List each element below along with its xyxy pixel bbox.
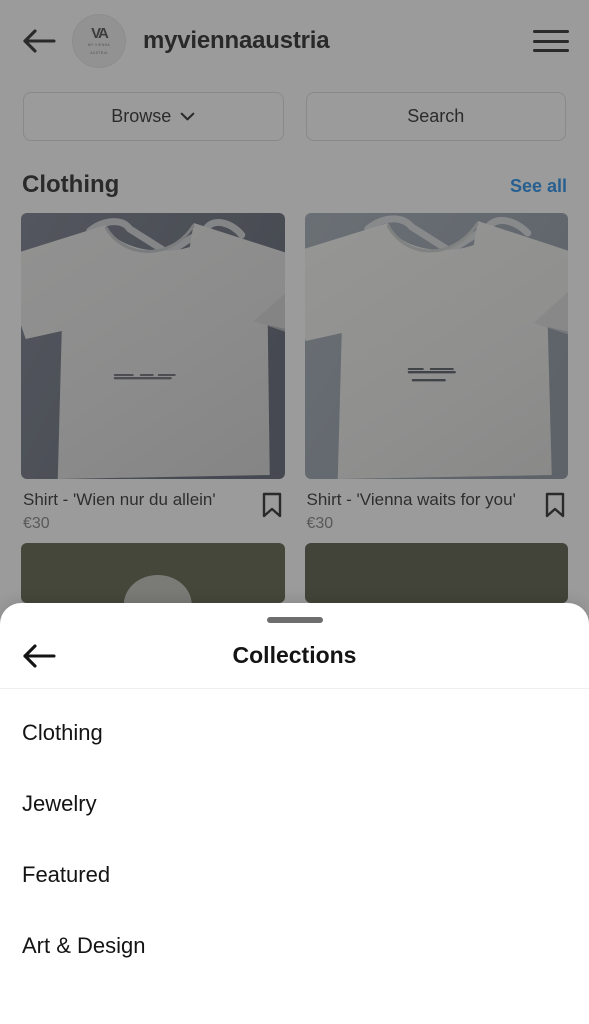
collection-label: Clothing [22,719,103,745]
collection-item-art-design[interactable]: Art & Design [0,910,589,981]
collections-list: Clothing Jewelry Featured Art & Design [0,689,589,981]
collection-item-jewelry[interactable]: Jewelry [0,768,589,839]
collection-label: Art & Design [22,932,146,958]
sheet-header: Collections [0,623,589,689]
collections-bottom-sheet: Collections Clothing Jewelry Featured Ar… [0,603,589,1024]
collection-label: Jewelry [22,790,97,816]
sheet-back-arrow-icon[interactable] [22,639,62,673]
sheet-title: Collections [232,642,357,668]
collection-item-featured[interactable]: Featured [0,839,589,910]
screen-root: VA MY VIENNA AUSTRIA myviennaaustria Bro… [0,0,589,1024]
collection-item-clothing[interactable]: Clothing [0,697,589,768]
collection-label: Featured [22,861,111,887]
